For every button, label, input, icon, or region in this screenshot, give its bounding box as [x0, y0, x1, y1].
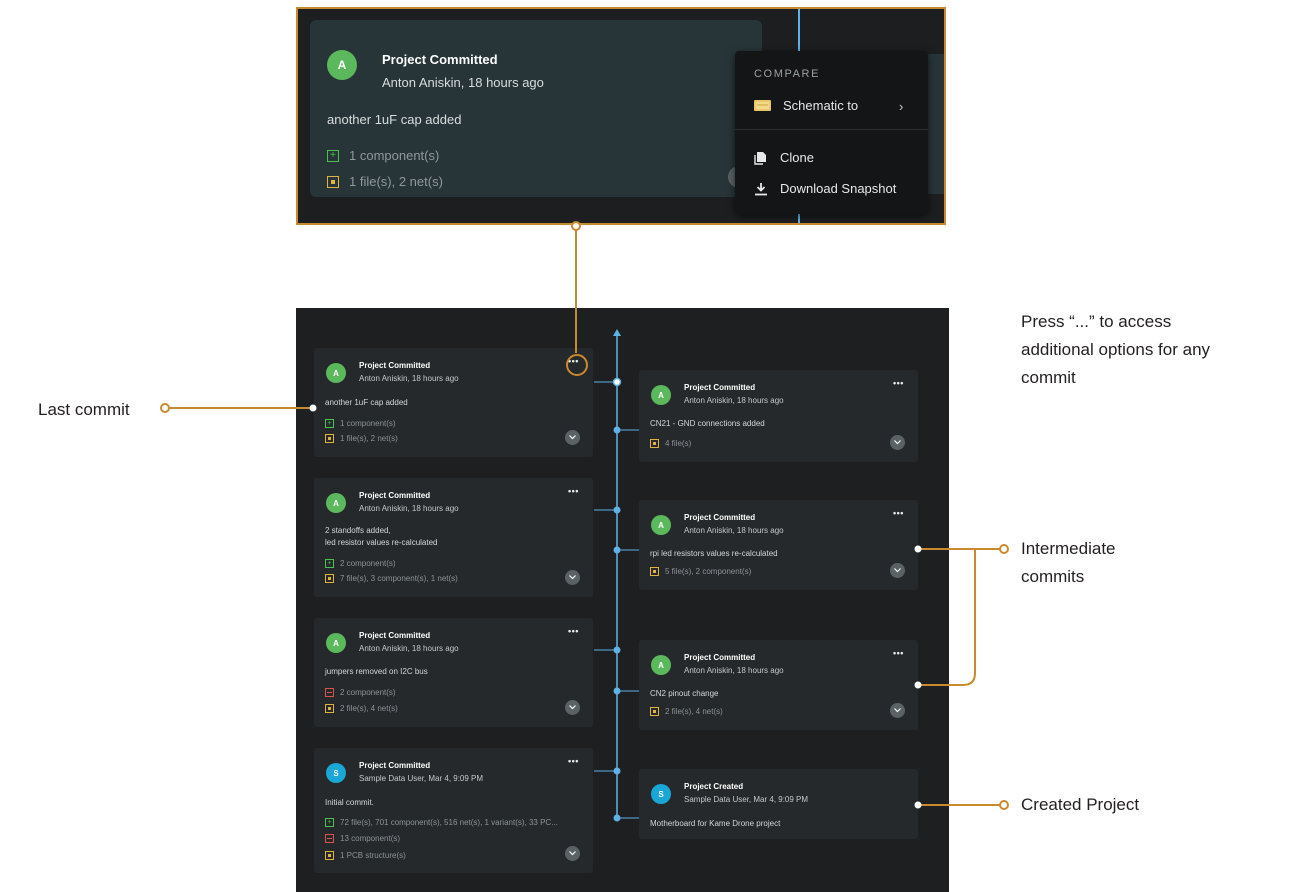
annotation-line: Intermediate [1021, 539, 1116, 558]
annotation-last-commit: Last commit [38, 400, 130, 419]
annotation-line: additional options for any [1021, 340, 1211, 359]
annotation-line: commit [1021, 368, 1076, 387]
annotation-press-more: Press “...” to access additional options… [1021, 308, 1210, 392]
annotation-intermediate-commits: Intermediate commits [1021, 535, 1116, 591]
annotation-line: commits [1021, 567, 1085, 586]
annotation-created-project: Created Project [1021, 795, 1140, 814]
annotation-line: Press “...” to access [1021, 312, 1172, 331]
callout-lines [160, 221, 1009, 810]
